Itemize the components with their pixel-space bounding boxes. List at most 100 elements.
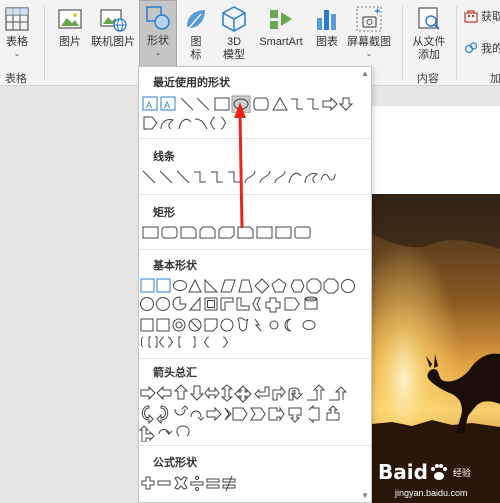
right-triangle-shape[interactable]: [204, 278, 219, 293]
circular-arrow-shape[interactable]: [158, 429, 173, 436]
up-arrow-callout-shape[interactable]: [326, 405, 340, 421]
curved-down-arrow-shape[interactable]: [190, 410, 205, 421]
diamond-shape[interactable]: [254, 278, 270, 294]
curved-right-arrow-shape[interactable]: [141, 405, 154, 425]
left-bracket-shape[interactable]: [178, 336, 181, 348]
right-arrow-shape[interactable]: [140, 385, 156, 401]
pie-shape[interactable]: [156, 297, 170, 311]
icons-button[interactable]: 图 标: [180, 2, 212, 68]
heart-shape[interactable]: [237, 317, 249, 332]
trapezoid-shape[interactable]: [238, 279, 253, 293]
arrow-line-shape[interactable]: [159, 170, 173, 184]
cross-shape[interactable]: [265, 297, 281, 313]
arc-shape[interactable]: [194, 118, 208, 130]
pentagon-arrow-shape[interactable]: [232, 407, 248, 421]
hexagon-shape[interactable]: [290, 279, 305, 293]
right-bracket-shape[interactable]: [193, 336, 196, 348]
freeform-shape[interactable]: [160, 119, 175, 130]
cloud-shape[interactable]: [302, 320, 316, 330]
right-arrow-callout-shape[interactable]: [268, 406, 285, 422]
get-addins-button[interactable]: 获取: [464, 8, 500, 24]
folded-corner-shape[interactable]: [204, 318, 218, 332]
triangle-shape[interactable]: [188, 278, 202, 293]
from-file-button[interactable]: 从文件 添加: [406, 2, 452, 68]
table-button[interactable]: 表格 ⌄: [2, 2, 32, 68]
round-diagonal-rectangle-shape[interactable]: [294, 226, 311, 239]
right-brace-shape[interactable]: [222, 336, 229, 348]
scroll-up-icon[interactable]: ▲: [361, 69, 369, 78]
screenshot-button[interactable]: 屏幕截图 ⌄: [344, 2, 394, 68]
dodecagon-shape[interactable]: [140, 297, 154, 311]
left-right-arrow-shape[interactable]: [204, 386, 220, 400]
left-arrow-shape[interactable]: [156, 385, 172, 401]
plus-shape[interactable]: [141, 476, 155, 490]
u-turn-arrow-shape[interactable]: [288, 387, 304, 401]
vertical-textbox-shape[interactable]: [156, 278, 171, 293]
right-arrow-shape[interactable]: [322, 96, 338, 112]
pentagon-shape[interactable]: [271, 278, 287, 293]
arc-shape[interactable]: [141, 336, 144, 348]
left-brace-shape[interactable]: [203, 336, 210, 348]
shapes-button[interactable]: 形状 ⌄: [139, 0, 177, 68]
curve-shape[interactable]: [288, 172, 302, 184]
triangle-shape[interactable]: [272, 97, 288, 111]
multiply-shape[interactable]: [174, 476, 188, 490]
frame-shape[interactable]: [204, 297, 218, 311]
cube-shape[interactable]: [140, 318, 154, 332]
minus-shape[interactable]: [157, 480, 171, 486]
curved-left-arrow-shape[interactable]: [156, 405, 169, 425]
up-down-arrow-shape[interactable]: [220, 384, 234, 402]
rounded-rectangle-shape[interactable]: [253, 97, 269, 111]
plaque-shape[interactable]: [284, 297, 300, 311]
sun-shape[interactable]: [269, 320, 279, 330]
line-shape[interactable]: [180, 97, 194, 111]
elbow-arrow-shape[interactable]: [307, 98, 319, 110]
heptagon-shape[interactable]: [306, 278, 322, 294]
snip-same-side-rectangle-shape[interactable]: [199, 226, 216, 239]
elbow-connector-shape[interactable]: [194, 171, 206, 183]
right-brace-shape[interactable]: [220, 116, 227, 130]
down-arrow-shape[interactable]: [189, 385, 205, 401]
diagonal-stripe-shape[interactable]: [252, 297, 261, 311]
elbow-connector-shape[interactable]: [291, 98, 303, 110]
decagon-shape[interactable]: [341, 279, 355, 293]
donut-shape[interactable]: [172, 318, 186, 332]
not-equal-shape[interactable]: [222, 478, 236, 483]
3d-model-button[interactable]: 3D 模型: [218, 2, 250, 68]
down-arrow-shape[interactable]: [338, 97, 354, 111]
round-same-side-rectangle-shape[interactable]: [275, 226, 292, 239]
bevel-shape[interactable]: [156, 318, 170, 332]
snip-corner-rectangle-shape[interactable]: [180, 226, 197, 239]
scribble-shape[interactable]: [320, 173, 336, 181]
rounded-rectangle-shape[interactable]: [161, 226, 178, 239]
half-frame-shape[interactable]: [220, 297, 234, 311]
curved-arrow-shape[interactable]: [259, 170, 271, 184]
vertical-textbox-shape[interactable]: A: [160, 96, 176, 111]
round-one-corner-rectangle-shape[interactable]: [256, 226, 273, 239]
left-up-arrow-shape[interactable]: [307, 384, 326, 401]
oval-shape[interactable]: [173, 280, 187, 291]
l-shape[interactable]: [236, 297, 250, 311]
smartart-button[interactable]: SmartArt: [254, 2, 308, 68]
curve-shape[interactable]: [178, 118, 192, 130]
online-picture-button[interactable]: 联机图片: [90, 2, 136, 68]
lightning-bolt-shape[interactable]: [254, 318, 262, 332]
line-shape[interactable]: [142, 170, 156, 184]
my-addins-button[interactable]: 我的: [464, 40, 500, 56]
double-bracket-shape[interactable]: [148, 336, 158, 348]
rectangle-shape[interactable]: [142, 226, 159, 239]
arrow-line-shape[interactable]: [196, 97, 210, 111]
chart-button[interactable]: 图表: [312, 2, 342, 68]
curved-double-arrow-shape[interactable]: [274, 170, 286, 184]
left-arrow-callout-shape[interactable]: [308, 404, 320, 424]
chevron-shape[interactable]: [250, 407, 266, 421]
rectangle-shape[interactable]: [214, 97, 230, 111]
elbow-arrow-shape[interactable]: [211, 171, 223, 183]
curved-up-arrow-shape[interactable]: [174, 405, 189, 416]
left-brace-shape[interactable]: [209, 116, 216, 130]
moon-shape[interactable]: [284, 318, 292, 332]
parallelogram-shape[interactable]: [220, 279, 236, 293]
double-arrow-line-shape[interactable]: [176, 170, 190, 184]
teardrop-shape[interactable]: [188, 296, 201, 311]
up-arrow-shape[interactable]: [173, 384, 189, 400]
